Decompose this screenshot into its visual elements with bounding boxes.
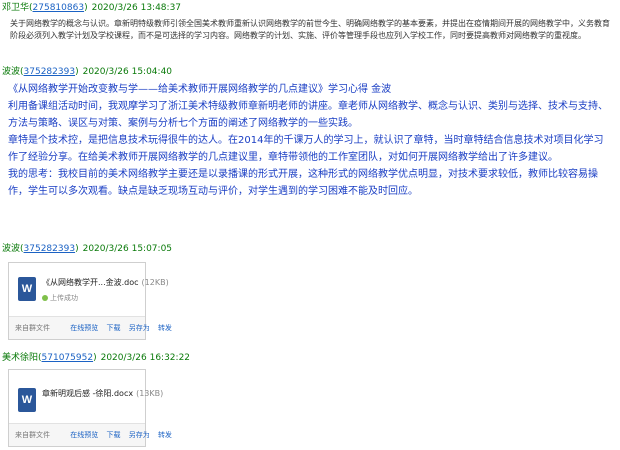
file-card-footer: 来自群文件 在线预览 下载 另存为 转发 [9, 423, 172, 446]
file-card-footer: 来自群文件 在线预览 下载 另存为 转发 [9, 316, 172, 339]
message-line-title: 《从网络教学开始改变教与学——给美术教师开展网络教学的几点建议》学习心得 金波 [8, 84, 392, 95]
word-doc-icon: W [18, 277, 36, 301]
message-time: 2020/3/26 16:32:22 [100, 353, 191, 363]
message-header: 美术徐阳(571075952) 2020/3/26 16:32:22 [2, 353, 191, 363]
file-source: 来自群文件 [15, 431, 50, 439]
chat-message: 美术徐阳(571075952) 2020/3/26 16:32:22 [0, 352, 620, 364]
file-name[interactable]: 《从网络教学开...金波.doc [42, 278, 139, 287]
sender-name[interactable]: 波波 [2, 244, 20, 254]
chat-message: 波波(375282393) 2020/3/26 15:04:40 《从网络教学开始… [0, 66, 620, 200]
preview-link[interactable]: 在线预览 [70, 324, 98, 332]
message-line: 章特是个技术控，是把信息技术玩得很牛的达人。在2014年的千课万人的学习上，就认… [8, 135, 604, 163]
message-header: 波波(375282393) 2020/3/26 15:04:40 [2, 67, 173, 77]
forward-link[interactable]: 转发 [158, 324, 172, 332]
message-line: 我的思考：我校目前的美术网络教学主要还是以录播课的形式开展，这种形式的网络教学优… [8, 169, 598, 197]
message-line: 利用备课组活动时间，我观摩学习了浙江美术特级教师章新明老师的讲座。章老师从网络教… [8, 101, 608, 129]
file-card[interactable]: W 章新明观后感 -徐阳.docx (13KB) 来自群文件 在线预览 下载 另存… [8, 369, 172, 447]
message-time: 2020/3/26 15:07:05 [82, 244, 173, 254]
forward-link[interactable]: 转发 [158, 431, 172, 439]
file-card[interactable]: W 《从网络教学开...金波.doc (12KB) 上传成功 来自群文件 在线预览… [8, 262, 172, 340]
success-dot-icon [42, 295, 48, 301]
sender-name[interactable]: 邓卫华 [2, 3, 29, 13]
file-name[interactable]: 章新明观后感 -徐阳.docx [42, 389, 133, 398]
message-time: 2020/3/26 15:04:40 [82, 67, 173, 77]
file-source: 来自群文件 [15, 324, 50, 332]
sender-qq-link[interactable]: 375282393 [24, 244, 76, 254]
chat-message: 波波(375282393) 2020/3/26 15:07:05 [0, 243, 620, 255]
sender-qq-link[interactable]: 375282393 [24, 67, 76, 77]
preview-link[interactable]: 在线预览 [70, 431, 98, 439]
download-link[interactable]: 下载 [106, 431, 120, 439]
save-as-link[interactable]: 另存为 [129, 324, 150, 332]
download-link[interactable]: 下载 [106, 324, 120, 332]
file-size: (12KB) [141, 278, 169, 287]
sender-name[interactable]: 波波 [2, 67, 20, 77]
file-size: (13KB) [136, 389, 164, 398]
message-time: 2020/3/26 13:48:37 [91, 3, 182, 13]
message-header: 邓卫华(275810863) 2020/3/26 13:48:37 [2, 3, 182, 13]
sender-qq-link[interactable]: 571075952 [42, 353, 94, 363]
message-header: 波波(375282393) 2020/3/26 15:07:05 [2, 244, 173, 254]
message-text: 关于网络教学的概念与认识。章新明特级教师引领全国美术教师重新认识网络教学的前世今… [10, 19, 610, 40]
upload-status-text: 上传成功 [50, 294, 78, 302]
chat-message: 邓卫华(275810863) 2020/3/26 13:48:37 关于网络教学的… [0, 2, 620, 42]
save-as-link[interactable]: 另存为 [129, 431, 150, 439]
message-body: 《从网络教学开始改变教与学——给美术教师开展网络教学的几点建议》学习心得 金波 … [0, 81, 620, 200]
sender-name[interactable]: 美术徐阳 [2, 353, 38, 363]
word-doc-icon: W [18, 388, 36, 412]
sender-qq-link[interactable]: 275810863 [33, 3, 85, 13]
upload-status: 上传成功 [42, 293, 78, 303]
